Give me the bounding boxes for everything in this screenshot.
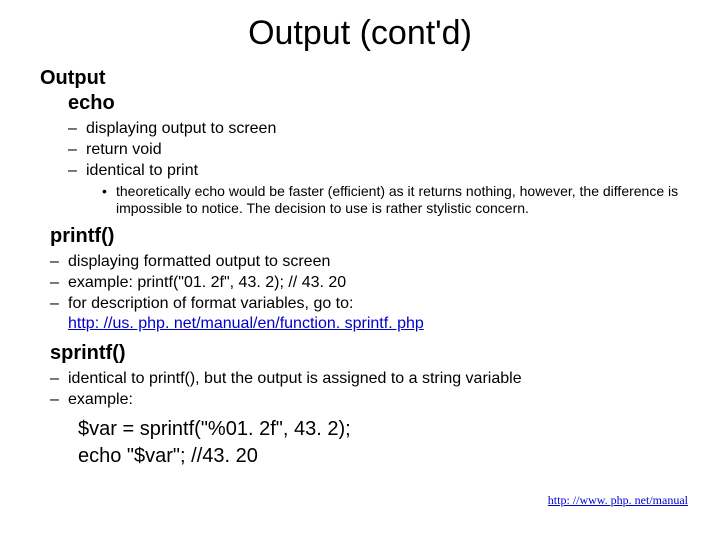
heading-printf: printf()	[50, 225, 680, 248]
list-item: return void	[68, 140, 680, 160]
code-line: echo "$var"; //43. 20	[78, 443, 680, 470]
list-item: displaying formatted output to screen	[50, 252, 680, 272]
list-item: displaying output to screen	[68, 119, 680, 139]
printf-doc-link[interactable]: http: //us. php. net/manual/en/function.…	[68, 315, 424, 332]
list-item: example:	[50, 390, 680, 410]
heading-echo: echo	[68, 92, 680, 115]
slide: Output (cont'd) Output echo displaying o…	[0, 0, 720, 540]
echo-list: displaying output to screen return void …	[68, 119, 680, 181]
sprintf-list: identical to printf(), but the output is…	[50, 369, 680, 410]
list-item: example: printf("01. 2f", 43. 2); // 43.…	[50, 273, 680, 293]
echo-sublist: theoretically echo would be faster (effi…	[102, 183, 680, 217]
code-line: $var = sprintf("%01. 2f", 43. 2);	[78, 416, 680, 443]
list-item: theoretically echo would be faster (effi…	[102, 183, 680, 217]
printf-link-prefix: for description of format variables, go …	[68, 295, 353, 312]
slide-title: Output (cont'd)	[40, 14, 680, 53]
code-block: $var = sprintf("%01. 2f", 43. 2); echo "…	[78, 416, 680, 470]
footer-link-container: http: //www. php. net/manual	[548, 493, 688, 508]
list-item: for description of format variables, go …	[50, 294, 680, 334]
list-item: identical to printf(), but the output is…	[50, 369, 680, 389]
heading-output: Output	[40, 67, 680, 90]
list-item: identical to print	[68, 161, 680, 181]
heading-sprintf: sprintf()	[50, 342, 680, 365]
php-manual-link[interactable]: http: //www. php. net/manual	[548, 493, 688, 507]
printf-list: displaying formatted output to screen ex…	[50, 252, 680, 334]
